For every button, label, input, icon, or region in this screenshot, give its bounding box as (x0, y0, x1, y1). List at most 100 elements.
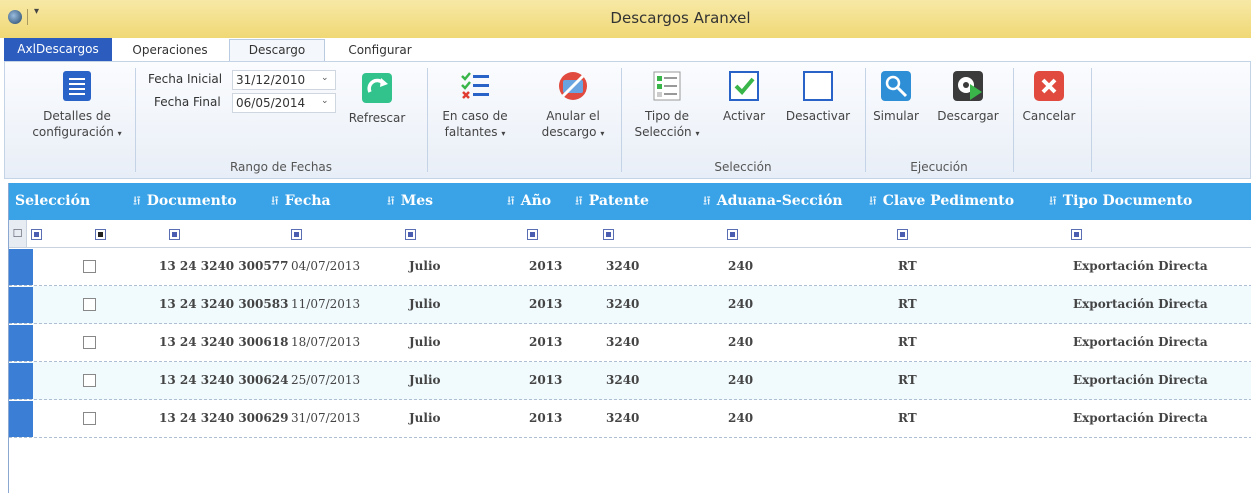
fecha-final-label: Fecha Final (154, 95, 221, 109)
cell-documento: 13 24 3240 300618 (159, 335, 289, 349)
filter-clear-icon[interactable]: ☐ (9, 220, 27, 247)
table-row[interactable]: 13 24 3240 300618 18/07/2013 Julio 2013 3240… (9, 324, 1251, 362)
cell-fecha: 18/07/2013 (291, 335, 361, 349)
filter-button[interactable] (727, 229, 738, 240)
cancelar-label: Cancelar (1022, 109, 1076, 123)
cancel-download-icon (559, 72, 587, 100)
tab-descargo[interactable]: Descargo (229, 39, 325, 61)
row-indicator[interactable] (9, 363, 33, 399)
faltantes-line2: faltantes (444, 125, 498, 139)
rango-fechas-group-label: Rango de Fechas (229, 160, 333, 174)
group-separator (1091, 68, 1092, 172)
column-header-documento[interactable]: ⭿ Documento (133, 183, 237, 220)
row-select-checkbox[interactable] (83, 374, 96, 387)
title-bar: ▾ Descargos Aranxel (0, 0, 1251, 38)
ribbon-tab-row: AxlDescargos Operaciones Descargo Config… (0, 38, 1251, 61)
row-indicator[interactable] (9, 287, 33, 323)
filter-button[interactable] (291, 229, 302, 240)
cell-clave: RT (898, 259, 917, 273)
tipo-seleccion-button[interactable]: Tipo de Selección ▾ (629, 70, 705, 142)
cell-aduana: 240 (728, 373, 754, 387)
selection-list-icon (653, 71, 681, 101)
cell-tipo: Exportación Directa (1073, 373, 1208, 387)
column-header-aduana-seccion[interactable]: ⭿ Aduana-Sección (703, 183, 843, 220)
close-icon (1034, 71, 1064, 101)
cell-aduana: 240 (728, 335, 754, 349)
anular-descargo-button[interactable]: Anular el descargo ▾ (533, 70, 613, 142)
table-row[interactable]: 13 24 3240 300624 25/07/2013 Julio 2013 3240… (9, 362, 1251, 400)
tab-configurar[interactable]: Configurar (336, 40, 424, 61)
fecha-final-dropdown-icon[interactable]: ⌄ (321, 96, 329, 106)
table-row[interactable]: 13 24 3240 300583 11/07/2013 Julio 2013 3240… (9, 286, 1251, 324)
tab-axldescargos[interactable]: AxlDescargos (4, 38, 112, 61)
cell-patente: 3240 (606, 335, 640, 349)
column-header-mes[interactable]: ⭿ Mes (387, 183, 433, 220)
pin-icon[interactable]: ⭿ (575, 194, 583, 208)
desactivar-button[interactable]: Desactivar (783, 70, 853, 124)
filter-button[interactable] (169, 229, 180, 240)
refrescar-button[interactable]: Refrescar (347, 72, 407, 126)
column-header-patente[interactable]: ⭿ Patente (575, 183, 649, 220)
row-select-checkbox[interactable] (83, 412, 96, 425)
activar-label: Activar (722, 109, 766, 123)
cell-fecha: 04/07/2013 (291, 259, 361, 273)
pin-icon[interactable]: ⭿ (869, 194, 877, 208)
filter-button[interactable] (1071, 229, 1082, 240)
anular-line2: descargo (541, 125, 597, 139)
tab-operaciones[interactable]: Operaciones (126, 40, 214, 61)
simular-button[interactable]: Simular (871, 70, 921, 124)
column-header-anio[interactable]: ⭿ Año (507, 183, 551, 220)
table-row[interactable]: 13 24 3240 300629 31/07/2013 Julio 2013 3240… (9, 400, 1251, 438)
column-header-seleccion[interactable]: Selección (15, 183, 90, 220)
fecha-inicial-dropdown-icon[interactable]: ⌄ (321, 73, 329, 83)
chevron-down-icon: ▾ (600, 129, 605, 138)
detalles-configuracion-button[interactable]: Detalles de configuración ▾ (27, 70, 127, 142)
cell-aduana: 240 (728, 297, 754, 311)
row-select-checkbox[interactable] (83, 260, 96, 273)
descargar-button[interactable]: Descargar (933, 70, 1003, 124)
pin-icon[interactable]: ⭿ (507, 194, 515, 208)
fecha-inicial-label: Fecha Inicial (148, 72, 223, 86)
filter-button[interactable] (527, 229, 538, 240)
anular-line1: Anular el (546, 109, 600, 123)
pin-icon[interactable]: ⭿ (703, 194, 711, 208)
filter-button[interactable] (95, 229, 106, 240)
checkbox-empty-icon (803, 71, 833, 101)
cell-fecha: 25/07/2013 (291, 373, 361, 387)
cancelar-button[interactable]: Cancelar (1019, 70, 1079, 124)
activar-button[interactable]: Activar (719, 70, 769, 124)
filter-button[interactable] (31, 229, 42, 240)
cell-anio: 2013 (529, 335, 563, 349)
cell-documento: 13 24 3240 300624 (159, 373, 289, 387)
group-separator (865, 68, 866, 172)
row-indicator[interactable] (9, 325, 33, 361)
column-header-fecha[interactable]: ⭿ Fecha (271, 183, 331, 220)
cell-clave: RT (898, 373, 917, 387)
chevron-down-icon: ▾ (117, 129, 122, 138)
filter-button[interactable] (405, 229, 416, 240)
filter-button[interactable] (603, 229, 614, 240)
group-separator (621, 68, 622, 172)
filter-button[interactable] (897, 229, 908, 240)
row-indicator[interactable] (9, 249, 33, 285)
pin-icon[interactable]: ⭿ (133, 194, 141, 208)
simulate-icon (881, 71, 911, 101)
column-header-clave-pedimento[interactable]: ⭿ Clave Pedimento (869, 183, 1014, 220)
row-indicator[interactable] (9, 401, 33, 437)
row-select-checkbox[interactable] (83, 298, 96, 311)
group-separator (135, 68, 136, 172)
column-header-tipo-documento[interactable]: ⭿ Tipo Documento (1049, 183, 1192, 220)
cell-tipo: Exportación Directa (1073, 259, 1208, 273)
cell-mes: Julio (409, 297, 441, 311)
en-caso-faltantes-button[interactable]: En caso de faltantes ▾ (435, 70, 515, 142)
table-row[interactable]: 13 24 3240 300577 04/07/2013 Julio 2013 3240… (9, 248, 1251, 286)
cell-tipo: Exportación Directa (1073, 411, 1208, 425)
cell-anio: 2013 (529, 259, 563, 273)
filter-row: ☐ (9, 220, 1251, 248)
row-select-checkbox[interactable] (83, 336, 96, 349)
pin-icon[interactable]: ⭿ (1049, 194, 1057, 208)
pin-icon[interactable]: ⭿ (271, 194, 279, 208)
pin-icon[interactable]: ⭿ (387, 194, 395, 208)
chevron-down-icon: ▾ (501, 129, 506, 138)
detalles-line2: configuración (32, 125, 114, 139)
